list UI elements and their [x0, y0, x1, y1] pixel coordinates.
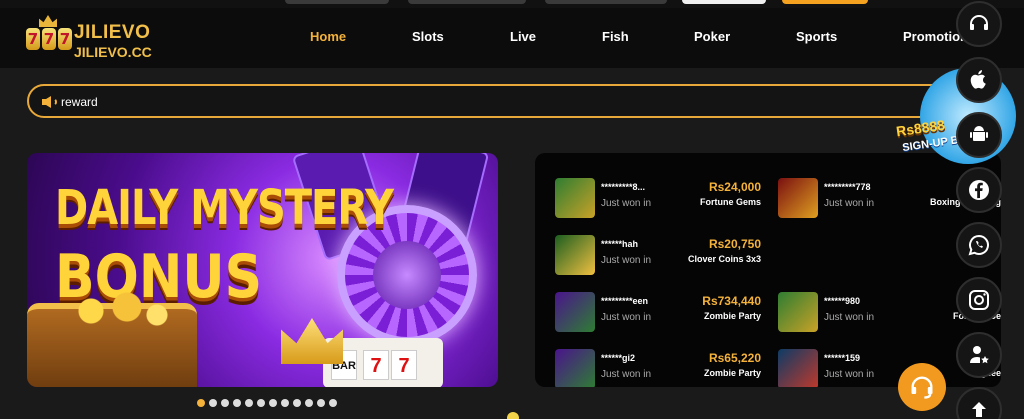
headset-icon — [970, 15, 988, 30]
scroll-top-button[interactable] — [956, 387, 1002, 419]
carousel-dot[interactable] — [233, 399, 241, 407]
winner-username: *********een — [601, 296, 649, 306]
winner-status: Just won in — [824, 198, 875, 209]
carousel-dots — [197, 399, 337, 407]
slot-reel: 7 — [363, 350, 389, 380]
facebook-button[interactable] — [956, 167, 1002, 213]
crown-icon — [281, 318, 343, 364]
banner-title: DAILY MYSTERY — [55, 181, 394, 237]
top-strip — [0, 0, 1024, 8]
facebook-icon — [969, 180, 989, 200]
customer-service-button[interactable] — [898, 363, 946, 411]
winner-username: ******hah — [601, 239, 639, 249]
carousel-dot[interactable] — [293, 399, 301, 407]
winner-status: Just won in — [601, 312, 652, 323]
carousel-dot[interactable] — [329, 399, 337, 407]
winner-game: Zombie Party — [703, 368, 761, 378]
winner-username: ******980 — [824, 296, 861, 306]
whatsapp-icon — [968, 234, 989, 256]
winner-status: Just won in — [601, 255, 652, 266]
arrow-up-icon — [972, 402, 986, 417]
speaker-icon — [42, 96, 57, 108]
winner-game: Clover Coins 3x3 — [687, 254, 761, 264]
winner-game: Zombie Party — [703, 311, 761, 321]
floating-indicator — [507, 412, 519, 419]
winner-item[interactable]: *********8... Just won in Rs24,000 Fortune … — [555, 178, 775, 222]
carousel-dot[interactable] — [269, 399, 277, 407]
game-thumbnail[interactable] — [778, 292, 818, 332]
carousel-dot[interactable] — [197, 399, 205, 407]
nav-fish[interactable]: Fish — [602, 29, 629, 44]
announcement-bar[interactable]: reward — [27, 84, 957, 118]
nav-sports[interactable]: Sports — [796, 29, 837, 44]
winner-username: ******gi2 — [601, 353, 636, 363]
instagram-button[interactable] — [956, 277, 1002, 323]
apple-download-button[interactable] — [956, 57, 1002, 103]
winner-status: Just won in — [824, 369, 875, 380]
nav-home[interactable]: Home — [310, 29, 346, 44]
winner-username: *********8... — [601, 182, 646, 192]
whatsapp-button[interactable] — [956, 222, 1002, 268]
main-nav: Home Slots Live Fish Poker Sports Promot… — [0, 8, 1024, 68]
carousel-dot[interactable] — [281, 399, 289, 407]
winner-item[interactable]: ******hah Just won in Rs20,750 Clover Coins… — [555, 235, 775, 279]
recent-winners-panel: *********8... Just won in Rs24,000 Fortune … — [535, 153, 1001, 387]
game-thumbnail[interactable] — [778, 178, 818, 218]
winner-username: *********778 — [824, 182, 871, 192]
carousel-dot[interactable] — [209, 399, 217, 407]
winner-item[interactable]: *********een Just won in Rs734,440 Zombie P… — [555, 292, 775, 336]
winner-amount: Rs734,440 — [702, 294, 761, 308]
winner-username: ******159 — [824, 353, 861, 363]
winner-amount: Rs24,000 — [708, 180, 761, 194]
game-thumbnail[interactable] — [555, 178, 595, 218]
android-icon — [970, 126, 988, 141]
winner-status: Just won in — [601, 369, 652, 380]
winner-game: Fortune Gems — [699, 197, 761, 207]
headset-icon — [911, 376, 933, 399]
nav-live[interactable]: Live — [510, 29, 536, 44]
user-star-icon — [970, 346, 989, 364]
carousel-dot[interactable] — [257, 399, 265, 407]
android-download-button[interactable] — [956, 112, 1002, 158]
headset-button[interactable] — [956, 1, 1002, 47]
winner-status: Just won in — [824, 312, 875, 323]
winner-item[interactable]: ******gi2 Just won in Rs65,220 Zombie Party — [555, 349, 775, 387]
winner-status: Just won in — [601, 198, 652, 209]
apple-icon — [970, 70, 986, 89]
instagram-icon — [969, 290, 989, 310]
announcement-text: reward — [61, 95, 98, 109]
gold-coins — [55, 291, 175, 331]
site-header: 7 7 7 JILIEVO JILIEVO.CC Home Slots Live… — [0, 8, 1024, 68]
winner-amount: Rs65,220 — [708, 351, 761, 365]
carousel-dot[interactable] — [245, 399, 253, 407]
vip-button[interactable] — [956, 332, 1002, 378]
slot-reel: 7 — [391, 350, 417, 380]
game-thumbnail[interactable] — [555, 292, 595, 332]
game-thumbnail[interactable] — [555, 349, 595, 387]
carousel-dot[interactable] — [221, 399, 229, 407]
nav-poker[interactable]: Poker — [694, 29, 730, 44]
promo-banner[interactable]: DAILY MYSTERY BONUS BAR 7 7 — [27, 153, 498, 387]
winner-amount: Rs20,750 — [708, 237, 761, 251]
carousel-dot[interactable] — [317, 399, 325, 407]
nav-slots[interactable]: Slots — [412, 29, 444, 44]
carousel-dot[interactable] — [305, 399, 313, 407]
game-thumbnail[interactable] — [555, 235, 595, 275]
game-thumbnail[interactable] — [778, 349, 818, 387]
